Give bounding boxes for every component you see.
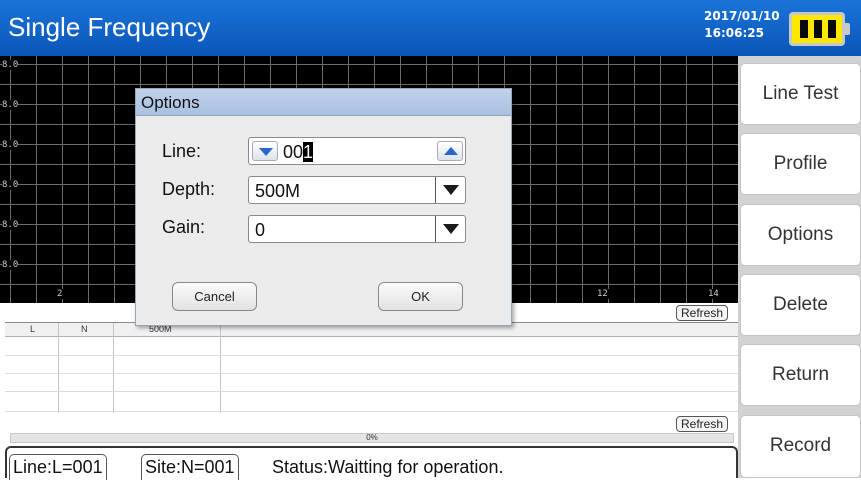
gain-dropdown-button[interactable] [435,216,465,242]
line-spinbox[interactable]: 001 [248,137,466,165]
depth-label: Depth: [162,179,216,199]
date-text: 2017/01/10 [704,9,780,23]
x-tick-label: 12 [595,289,610,299]
delete-button[interactable]: Delete [740,274,861,336]
chevron-down-icon [443,224,459,234]
line-indicator: Line:L=001 [9,454,107,480]
datetime-display: 2017/01/10 16:06:25 [704,8,780,42]
text-cursor: 1 [303,142,314,162]
options-dialog: Options Line: 001 Depth: 500M Gain: 0 Ca… [135,88,512,326]
column-header: N [81,324,88,334]
y-tick-label: 8.0 [2,180,19,190]
status-bar: Line:L=001 Site:N=001 Status:Waitting fo… [5,446,738,480]
data-table: L N 500M [5,322,738,413]
battery-segment [814,20,822,38]
depth-dropdown-button[interactable] [435,177,465,203]
progress-bar: 0% [10,433,734,443]
line-value-prefix: 00 [283,142,304,162]
table-refresh-button[interactable]: Refresh [676,416,729,432]
table-row[interactable] [5,411,738,412]
table-row[interactable] [5,373,738,374]
profile-button[interactable]: Profile [740,133,861,195]
line-test-button[interactable]: Line Test [740,63,861,125]
plot-refresh-button[interactable]: Refresh [676,305,729,321]
gain-value: 0 [255,220,266,240]
y-tick-label: 8.0 [2,140,19,150]
gain-select[interactable]: 0 [248,215,466,243]
y-tick-label: 8.0 [2,220,19,230]
column-divider [220,323,221,413]
record-button[interactable]: Record [740,415,861,478]
title-bar: Single Frequency 2017/01/10 16:06:25 [0,0,861,56]
arrow-down-icon [259,148,273,156]
y-tick-label: 8.0 [2,100,19,110]
arrow-up-icon [444,147,458,155]
cancel-button[interactable]: Cancel [172,282,257,311]
depth-select[interactable]: 500M [248,176,466,204]
status-message: Status:Waitting for operation. [272,457,504,477]
table-row[interactable] [5,391,738,392]
return-button[interactable]: Return [740,344,861,406]
y-tick-label: 8.0 [2,260,19,270]
column-divider [113,323,114,413]
ok-button[interactable]: OK [378,282,463,311]
battery-segment [800,20,808,38]
depth-value: 500M [255,181,301,201]
battery-tip [845,23,850,35]
chevron-down-icon [443,185,459,195]
x-tick-label: 2 [55,289,65,299]
site-indicator: Site:N=001 [141,454,239,480]
column-divider [58,323,59,413]
line-label: Line: [162,141,202,161]
y-tick-label: 8.0 [2,60,19,70]
options-button[interactable]: Options [740,204,861,266]
column-header: L [30,324,36,334]
dialog-title: Options [136,89,511,116]
increment-button[interactable] [437,141,463,161]
battery-segment [828,20,836,38]
decrement-button[interactable] [252,141,278,161]
time-text: 16:06:25 [704,26,764,40]
gain-label: Gain: [162,217,206,237]
battery-icon [789,12,850,46]
page-title: Single Frequency [8,12,211,42]
table-row[interactable] [5,355,738,356]
x-tick-label: 14 [706,289,721,299]
line-value[interactable]: 001 [283,142,314,163]
